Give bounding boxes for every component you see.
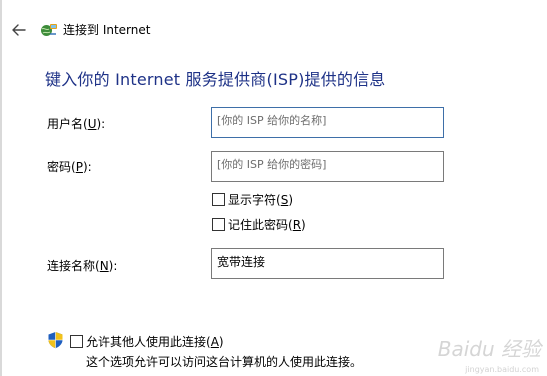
allow-others-checkbox[interactable]	[70, 335, 83, 348]
remember-password-label-prefix: 记住此密码(	[228, 218, 293, 232]
password-label-suffix: ):	[82, 160, 92, 174]
allow-others-description: 这个选项允许可以访问这台计算机的人使用此连接。	[86, 355, 363, 369]
allow-others-label-prefix: 允许其他人使用此连接(	[86, 335, 211, 349]
password-label-key: P	[75, 160, 83, 174]
username-label: 用户名(U):	[47, 116, 105, 132]
show-characters-label-prefix: 显示字符(	[228, 193, 281, 207]
show-characters-label-suffix: )	[288, 193, 293, 207]
network-globe-icon	[41, 24, 57, 36]
username-placeholder: [你的 ISP 给你的名称]	[217, 114, 327, 127]
back-arrow-icon	[12, 24, 26, 36]
username-label-suffix: ):	[96, 117, 106, 131]
uac-shield-icon	[48, 332, 63, 349]
connection-name-input[interactable]: 宽带连接	[211, 248, 444, 279]
back-button[interactable]	[10, 21, 30, 39]
connection-name-value: 宽带连接	[217, 255, 266, 269]
password-input[interactable]: [你的 ISP 给你的密码]	[211, 151, 444, 182]
connection-name-label-prefix: 连接名称(	[47, 259, 100, 273]
remember-password-label-key: R	[292, 218, 302, 232]
show-characters-label[interactable]: 显示字符(S)	[228, 192, 293, 208]
window-left-border	[0, 0, 2, 376]
username-input[interactable]: [你的 ISP 给你的名称]	[211, 107, 444, 138]
allow-others-label[interactable]: 允许其他人使用此连接(A)	[86, 334, 224, 350]
watermark-url: jingyan.baidu.com	[465, 365, 539, 374]
password-label-prefix: 密码(	[47, 160, 76, 174]
password-placeholder: [你的 ISP 给你的密码]	[217, 158, 327, 171]
watermark-logo: Baidu 经验	[437, 337, 541, 361]
connection-name-label: 连接名称(N):	[47, 258, 117, 274]
show-characters-checkbox[interactable]	[212, 193, 225, 206]
allow-others-label-suffix: )	[218, 335, 224, 349]
remember-password-label[interactable]: 记住此密码(R)	[228, 217, 306, 233]
connection-name-label-suffix: ):	[108, 259, 118, 273]
connection-name-label-key: N	[99, 259, 109, 273]
window-title: 连接到 Internet	[63, 23, 151, 37]
username-label-prefix: 用户名(	[47, 117, 88, 131]
page-heading: 键入你的 Internet 服务提供商(ISP)提供的信息	[45, 70, 386, 89]
remember-password-label-suffix: )	[301, 218, 306, 232]
allow-others-label-key: A	[210, 335, 219, 349]
remember-password-checkbox[interactable]	[212, 218, 225, 231]
password-label: 密码(P):	[47, 159, 92, 175]
